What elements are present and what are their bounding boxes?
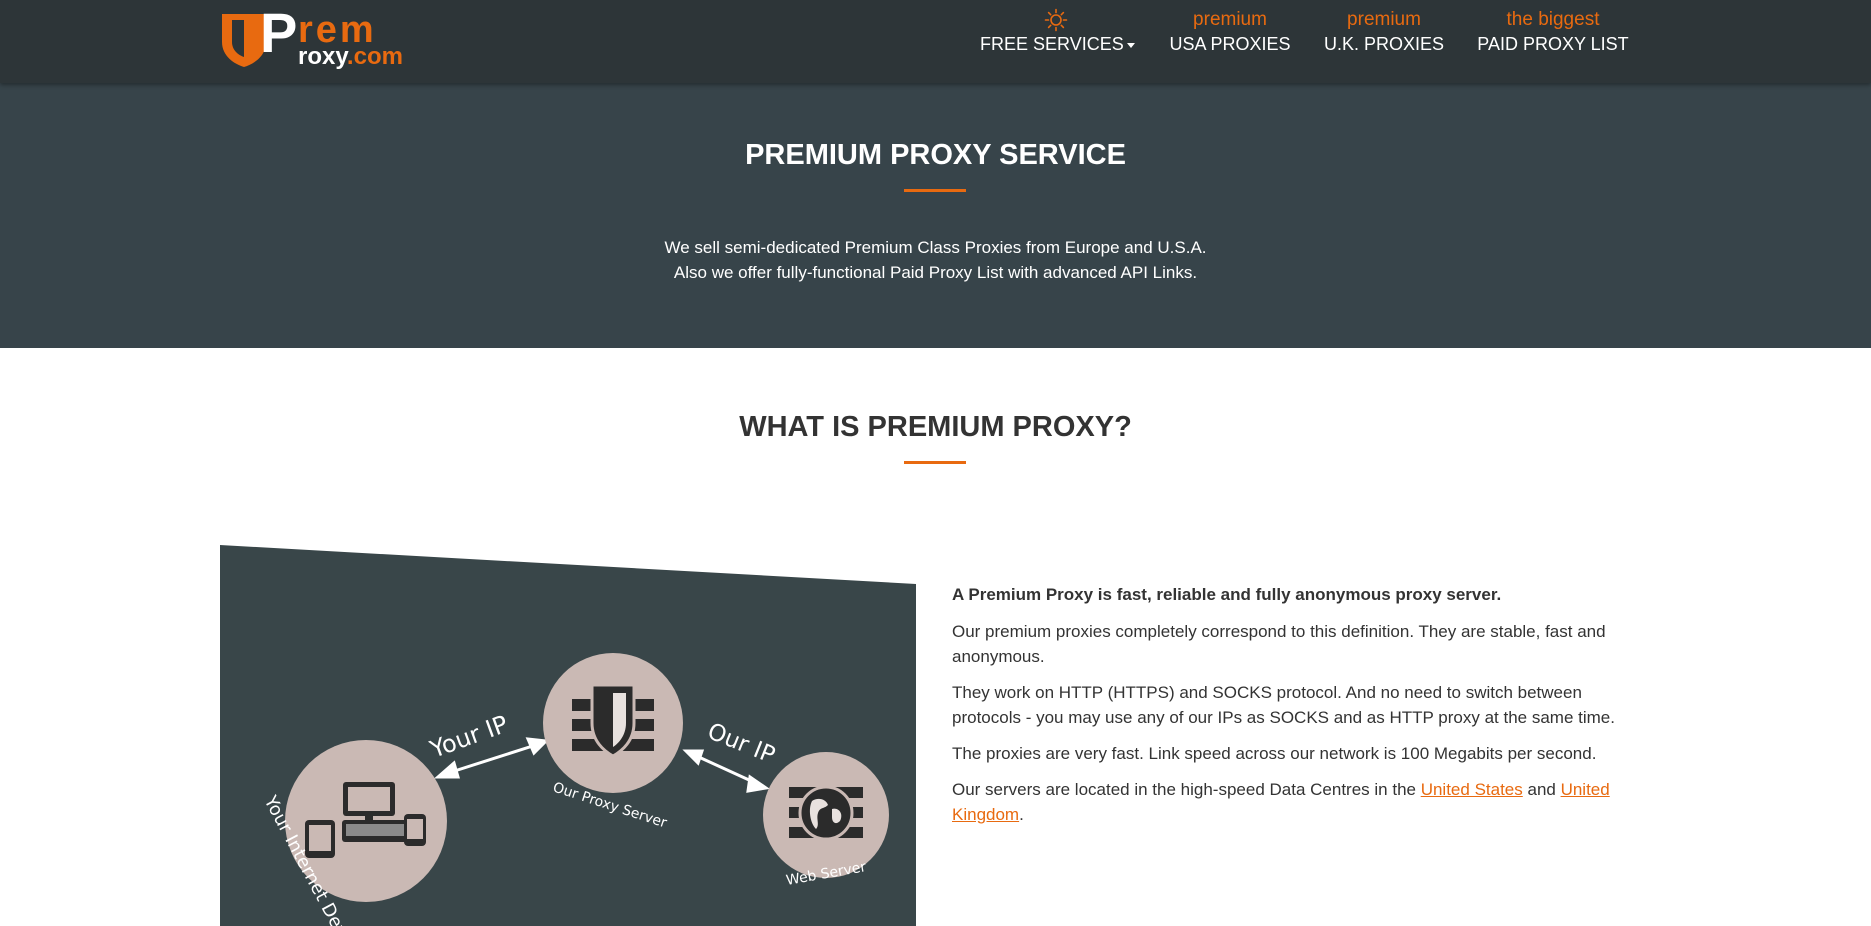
nav-uk-label: U.K. PROXIES [1323,34,1445,54]
paragraph-protocols: They work on HTTP (HTTPS) and SOCKS prot… [952,683,1615,727]
nav-free-services[interactable]: FREE SERVICES [980,8,1135,56]
locations-and: and [1522,780,1561,799]
hero-line-1: We sell semi-dedicated Premium Class Pro… [664,238,1207,257]
logo-com: .com [346,43,403,70]
nav-free-services-label: FREE SERVICES [980,32,1135,56]
nav-usa-top: premium [1193,9,1267,30]
nav-usa-proxies[interactable]: premium USA PROXIES [1168,8,1292,56]
nav-usa-label: USA PROXIES [1169,34,1291,54]
locations-text: Our servers are located in the high-spee… [952,780,1421,799]
hero-description: We sell semi-dedicated Premium Class Pro… [0,235,1871,285]
hero-title: PREMIUM PROXY SERVICE [745,139,1126,171]
sun-icon [1044,8,1068,32]
hero-divider [904,189,966,192]
logo-roxy: roxy [298,43,347,70]
nav-uk-top: premium [1347,9,1421,30]
paragraph-locations: Our servers are located in the high-spee… [952,777,1642,827]
nav-paid-top: the biggest [1506,9,1600,30]
free-services-text: FREE SERVICES [980,34,1124,54]
nav-uk-proxies[interactable]: premium U.K. PROXIES [1322,8,1446,56]
link-united-states[interactable]: United States [1421,780,1523,799]
logo-letter-p: P [260,1,298,64]
premium-proxy-description: A Premium Proxy is fast, reliable and fu… [952,582,1642,838]
section-divider [904,461,966,464]
site-header: P rem roxy.com FREE SERVICES premium USA… [0,0,1871,83]
proxy-diagram: Your IP Our IP Our Proxy Server Web Serv… [220,545,916,926]
locations-end: . [1019,805,1024,824]
nav-paid-label: PAID PROXY LIST [1477,34,1629,54]
globe-server-icon [789,785,863,841]
hero-section: PREMIUM PROXY SERVICE We sell semi-dedic… [0,83,1871,348]
web-server [763,752,889,878]
lead-paragraph: A Premium Proxy is fast, reliable and fu… [952,585,1502,604]
logo-roxy-com: roxy.com [298,44,403,70]
nav-free-services-top [980,8,1132,32]
nav-paid-proxy-list[interactable]: the biggest PAID PROXY LIST [1474,8,1632,56]
paragraph-speed: The proxies are very fast. Link speed ac… [952,744,1597,763]
hero-line-2: Also we offer fully-functional Paid Prox… [673,263,1198,282]
caret-down-icon [1126,42,1135,48]
paragraph-definition: Our premium proxies completely correspon… [952,622,1606,666]
proxy-server [543,653,683,793]
section-title: WHAT IS PREMIUM PROXY? [739,411,1132,443]
premproxy-logo[interactable]: P rem roxy.com [220,2,420,70]
